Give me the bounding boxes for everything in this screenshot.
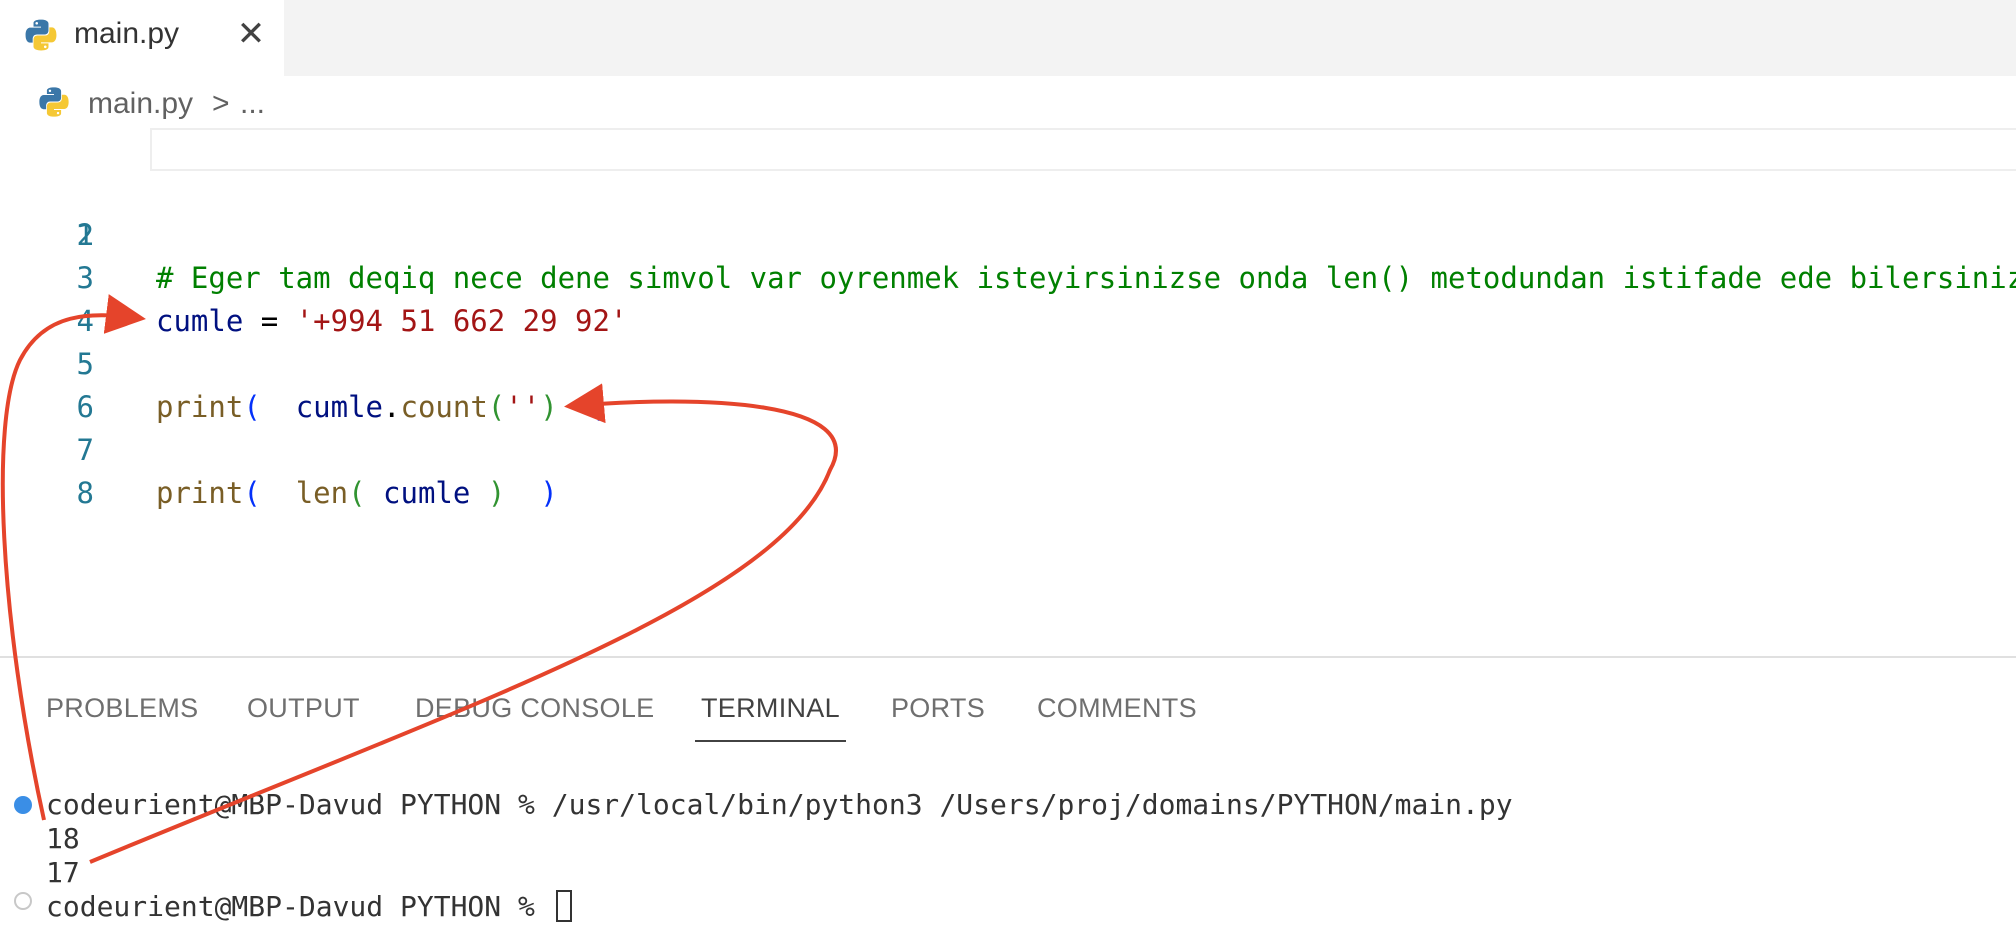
code-line: 6 — [0, 343, 2016, 424]
tab-terminal[interactable]: TERMINAL — [695, 680, 846, 742]
terminal-cursor — [555, 890, 572, 922]
close-icon[interactable]: ✕ — [234, 14, 268, 54]
function-name: len — [295, 476, 349, 510]
chevron-right-icon: > — [212, 87, 230, 120]
code-line: 4 — [0, 257, 2016, 338]
code-line: 1 # Eger tam deqiq nece dene simvol var … — [0, 128, 2016, 295]
terminal-prompt: codeurient@MBP-Davud PYTHON % — [46, 890, 572, 924]
code-editor[interactable]: 1 # Eger tam deqiq nece dene simvol var … — [0, 128, 2016, 656]
code-line: 5 print( cumle.count('') ) — [0, 300, 2016, 424]
prompt-status-dot — [14, 892, 32, 910]
breadcrumb-more[interactable]: ... — [240, 84, 265, 124]
tab-ports[interactable]: PORTS — [891, 680, 985, 736]
python-icon — [39, 87, 69, 117]
breadcrumb-file[interactable]: main.py — [88, 84, 193, 124]
code-line: 8 — [0, 429, 2016, 510]
code-line: 7 print( len( cumle ) ) — [0, 386, 2016, 510]
python-icon — [25, 19, 57, 51]
terminal[interactable]: codeurient@MBP-Davud PYTHON % /usr/local… — [0, 770, 2016, 952]
tab-main-py[interactable]: main.py ✕ — [0, 0, 284, 76]
tab-output[interactable]: OUTPUT — [247, 680, 360, 736]
tab-debug-console[interactable]: DEBUG CONSOLE — [415, 680, 654, 736]
paren: ) — [487, 476, 506, 510]
code-line: 3 cumle = '+994 51 662 29 92' — [0, 214, 2016, 338]
terminal-output: 18 — [46, 822, 80, 855]
terminal-command: codeurient@MBP-Davud PYTHON % /usr/local… — [46, 788, 1513, 821]
bottom-panel: PROBLEMS OUTPUT DEBUG CONSOLE TERMINAL P… — [0, 656, 2016, 952]
code-line: 2 — [0, 171, 2016, 252]
terminal-output: 17 — [46, 856, 80, 889]
prompt-text: codeurient@MBP-Davud PYTHON % — [46, 890, 552, 923]
tab-problems[interactable]: PROBLEMS — [46, 680, 198, 736]
command-status-dot — [14, 796, 32, 814]
paren: ) — [540, 476, 558, 510]
variable: cumle — [383, 476, 471, 510]
line-number: 8 — [76, 476, 94, 510]
tab-bar: main.py ✕ — [0, 0, 2016, 76]
tab-label: main.py — [74, 17, 180, 50]
paren: ( — [243, 476, 261, 510]
function-name: print — [156, 476, 244, 510]
current-line-highlight — [150, 128, 2016, 171]
tab-comments[interactable]: COMMENTS — [1037, 680, 1197, 736]
paren: ( — [348, 476, 366, 510]
